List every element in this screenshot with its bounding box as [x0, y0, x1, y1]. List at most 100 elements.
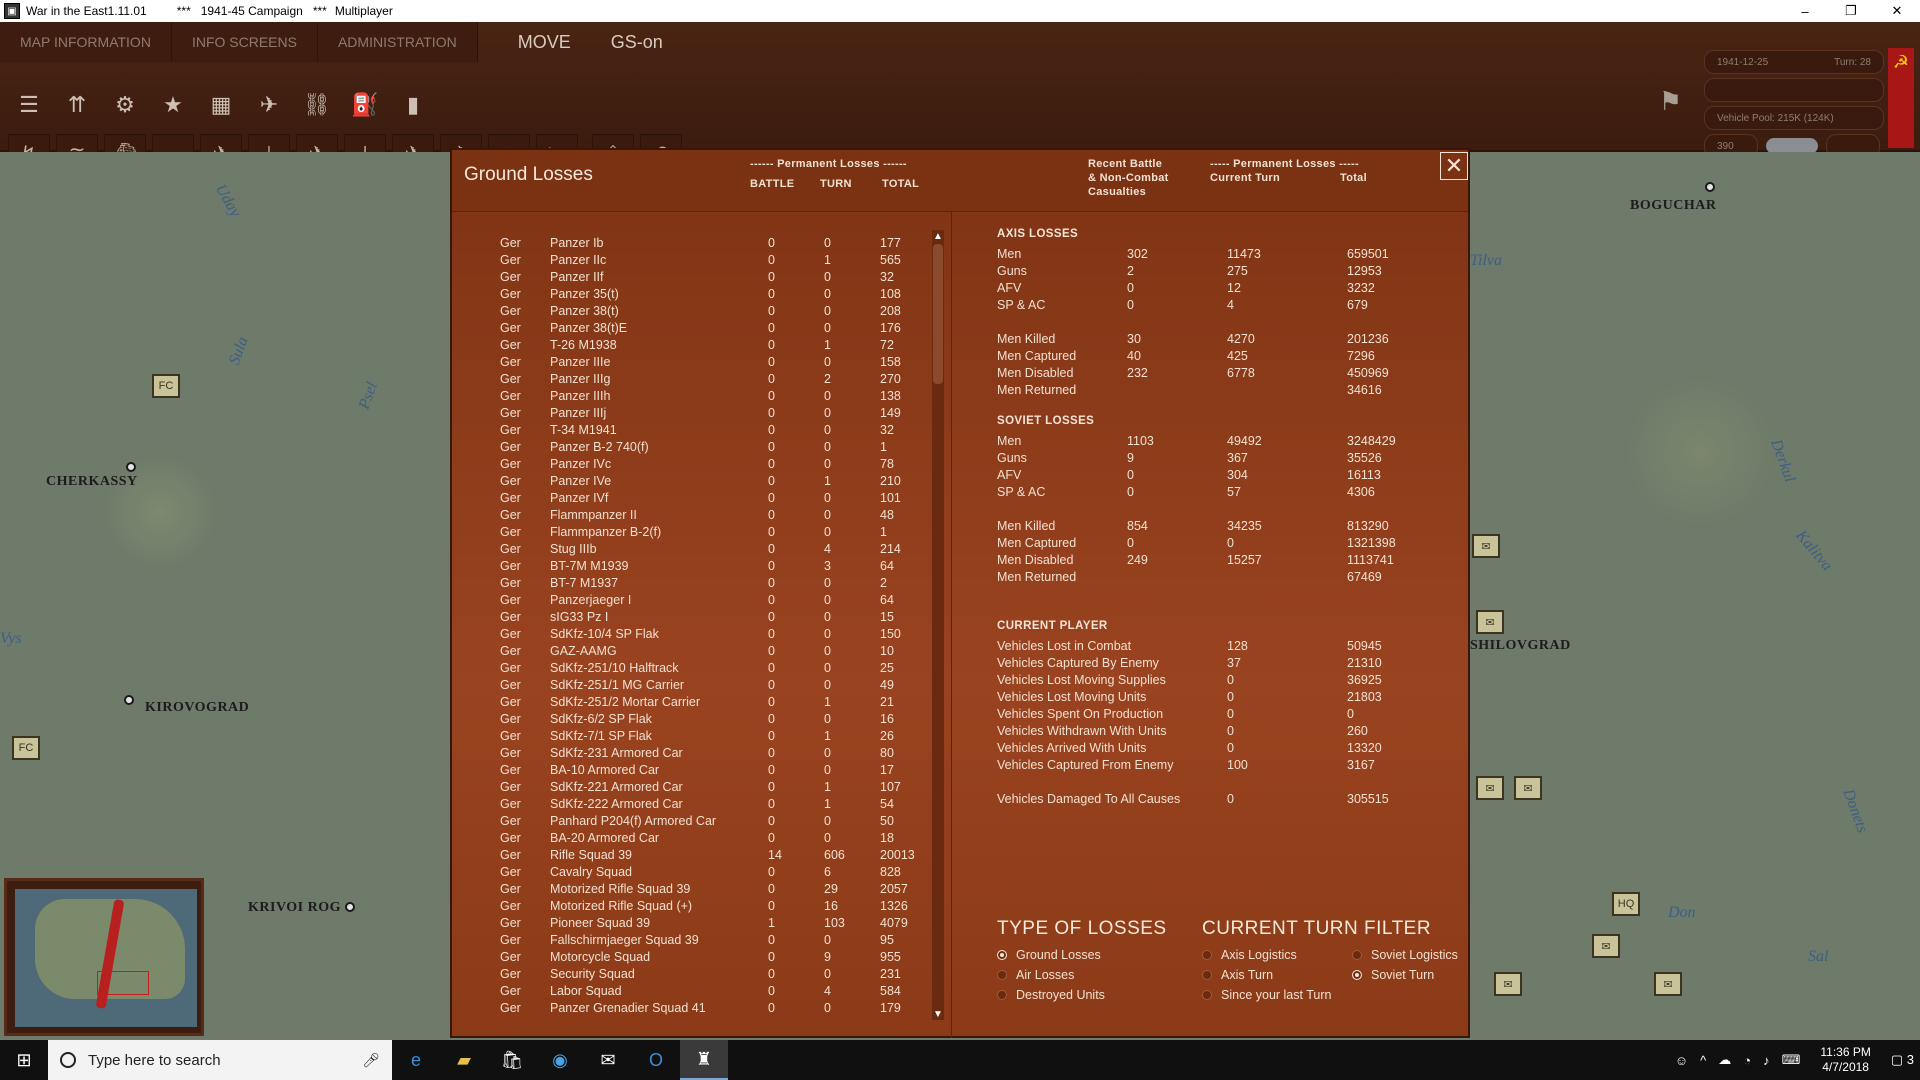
minimap[interactable] — [4, 878, 204, 1036]
radio-soviet-logistics[interactable]: Soviet Logistics — [1352, 948, 1458, 962]
minimize-button[interactable]: – — [1782, 0, 1828, 22]
radio-air-losses[interactable]: Air Losses — [997, 968, 1074, 982]
unit-counter[interactable]: HQ — [1612, 892, 1640, 916]
unit-counter[interactable]: ✉ — [1654, 972, 1682, 996]
unit-counter[interactable]: FC — [12, 736, 40, 760]
windows-start-icon[interactable]: ⊞ — [0, 1040, 48, 1080]
table-row[interactable]: Ger Panzer B-2 740(f) 0 0 1 — [452, 440, 942, 457]
table-row[interactable]: Ger Panzer 38(t)E 0 0 176 — [452, 321, 942, 338]
tab-map-information[interactable]: MAP INFORMATION — [0, 22, 172, 62]
file-explorer-icon[interactable]: ▰ — [440, 1040, 488, 1080]
table-row[interactable]: Ger Panzer IIIe 0 0 158 — [452, 355, 942, 372]
table-row[interactable]: Ger Panzer IIc 0 1 565 — [452, 253, 942, 270]
radio-ground-losses[interactable]: Ground Losses — [997, 948, 1101, 962]
table-row[interactable]: Ger Panzer IIf 0 0 32 — [452, 270, 942, 287]
table-row[interactable]: Ger Panzer 35(t) 0 0 108 — [452, 287, 942, 304]
unit-counter[interactable]: ✉ — [1472, 534, 1500, 558]
table-row[interactable]: Ger Motorized Rifle Squad 39 0 29 2057 — [452, 882, 942, 899]
table-row[interactable]: Ger Motorcycle Squad 0 9 955 — [452, 950, 942, 967]
supply-icon[interactable]: ▮ — [392, 86, 434, 124]
edge-icon[interactable]: e — [392, 1040, 440, 1080]
fuel-icon[interactable]: ⛽ — [344, 86, 386, 124]
table-row[interactable]: Ger SdKfz-7/1 SP Flak 0 1 26 — [452, 729, 942, 746]
table-row[interactable]: Ger BT-7 M1937 0 0 2 — [452, 576, 942, 593]
close-dialog-button[interactable]: ✕ — [1440, 152, 1468, 180]
table-row[interactable]: Ger BA-20 Armored Car 0 0 18 — [452, 831, 942, 848]
radio-since-your-last-turn[interactable]: Since your last Turn — [1202, 988, 1331, 1002]
mail-icon[interactable]: ✉ — [584, 1040, 632, 1080]
gs-mode-label[interactable]: GS-on — [611, 32, 703, 53]
unit-counter[interactable]: ✉ — [1476, 610, 1504, 634]
taskbar-search[interactable]: Type here to search 🎤︎ — [48, 1040, 392, 1080]
table-row[interactable]: Ger BA-10 Armored Car 0 0 17 — [452, 763, 942, 780]
table-row[interactable]: Ger Labor Squad 0 4 584 — [452, 984, 942, 1001]
table-row[interactable]: Ger SdKfz-251/2 Mortar Carrier 0 1 21 — [452, 695, 942, 712]
table-row[interactable]: Ger SdKfz-6/2 SP Flak 0 0 16 — [452, 712, 942, 729]
keyboard-icon[interactable]: ⌨ — [1782, 1052, 1801, 1068]
table-row[interactable]: Ger Panzerjaeger I 0 0 64 — [452, 593, 942, 610]
units-icon[interactable]: ⇈ — [56, 86, 98, 124]
scroll-up-icon[interactable]: ▲ — [932, 230, 944, 242]
rail-icon[interactable]: ⛓ — [296, 86, 338, 124]
table-row[interactable]: Ger Stug IIIb 0 4 214 — [452, 542, 942, 559]
table-row[interactable]: Ger SdKfz-10/4 SP Flak 0 0 150 — [452, 627, 942, 644]
unit-counter[interactable]: ✉ — [1476, 776, 1504, 800]
game-app-icon[interactable]: ♜ — [680, 1040, 728, 1080]
table-row[interactable]: Ger BT-7M M1939 0 3 64 — [452, 559, 942, 576]
radio-destroyed-units[interactable]: Destroyed Units — [997, 988, 1105, 1002]
tab-administration[interactable]: ADMINISTRATION — [317, 22, 478, 62]
radio-axis-turn[interactable]: Axis Turn — [1202, 968, 1273, 982]
scrollbar-thumb[interactable] — [933, 244, 943, 384]
scroll-down-icon[interactable]: ▼ — [932, 1008, 944, 1020]
table-row[interactable]: Ger Fallschirmjaeger Squad 39 0 0 95 — [452, 933, 942, 950]
unit-counter[interactable]: ✉ — [1592, 934, 1620, 958]
table-row[interactable]: Ger Panzer IVe 0 1 210 — [452, 474, 942, 491]
notifications-icon[interactable]: ▢ 3 — [1891, 1052, 1914, 1068]
hq-icon[interactable]: ▦ — [200, 86, 242, 124]
move-mode-label[interactable]: MOVE — [478, 32, 611, 53]
table-row[interactable]: Ger GAZ-AAMG 0 0 10 — [452, 644, 942, 661]
unit-counter[interactable]: FC — [152, 374, 180, 398]
restore-button[interactable]: ❐ — [1828, 0, 1874, 22]
table-row[interactable]: Ger SdKfz-222 Armored Car 0 1 54 — [452, 797, 942, 814]
gear-icon[interactable]: ⚙ — [104, 86, 146, 124]
tab-info-screens[interactable]: INFO SCREENS — [171, 22, 318, 62]
radio-axis-logistics[interactable]: Axis Logistics — [1202, 948, 1297, 962]
table-row[interactable]: Ger Pioneer Squad 39 1 103 4079 — [452, 916, 942, 933]
chevron-up-icon[interactable]: ^ — [1700, 1053, 1706, 1068]
table-row[interactable]: Ger Panzer IIIj 0 0 149 — [452, 406, 942, 423]
table-row[interactable]: Ger Panhard P204(f) Armored Car 0 0 50 — [452, 814, 942, 831]
table-row[interactable]: Ger SdKfz-251/10 Halftrack 0 0 25 — [452, 661, 942, 678]
table-row[interactable]: Ger Panzer Grenadier Squad 41 0 0 179 — [452, 1001, 942, 1018]
table-row[interactable]: Ger Cavalry Squad 0 6 828 — [452, 865, 942, 882]
table-row[interactable]: Ger Panzer 38(t) 0 0 208 — [452, 304, 942, 321]
table-row[interactable]: Ger Rifle Squad 39 14 606 20013 — [452, 848, 942, 865]
onedrive-icon[interactable]: ☁ — [1718, 1052, 1731, 1068]
clock[interactable]: 11:36 PM 4/7/2018 — [1820, 1045, 1870, 1075]
minimap-viewport[interactable] — [97, 971, 149, 995]
table-row[interactable]: Ger Panzer IVc 0 0 78 — [452, 457, 942, 474]
people-icon[interactable]: ☺ — [1675, 1053, 1688, 1068]
hamburger-icon[interactable]: ☰ — [8, 86, 50, 124]
table-row[interactable]: Ger Panzer IIIh 0 0 138 — [452, 389, 942, 406]
table-row[interactable]: Ger SdKfz-251/1 MG Carrier 0 0 49 — [452, 678, 942, 695]
table-row[interactable]: Ger Security Squad 0 0 231 — [452, 967, 942, 984]
store-icon[interactable]: 🛍︎ — [488, 1040, 536, 1080]
outlook-icon[interactable]: O — [632, 1040, 680, 1080]
table-row[interactable]: Ger Panzer Ib 0 0 177 — [452, 236, 942, 253]
microphone-icon[interactable]: 🎤︎ — [362, 1052, 380, 1069]
table-row[interactable]: Ger Panzer IIIg 0 2 270 — [452, 372, 942, 389]
table-row[interactable]: Ger T-34 M1941 0 0 32 — [452, 423, 942, 440]
table-row[interactable]: Ger Flammpanzer B-2(f) 0 0 1 — [452, 525, 942, 542]
browser-icon[interactable]: ◉ — [536, 1040, 584, 1080]
flag-icon[interactable]: ⚑ — [1659, 86, 1682, 117]
volume-icon[interactable]: ♪ — [1763, 1053, 1770, 1068]
table-row[interactable]: Ger T-26 M1938 0 1 72 — [452, 338, 942, 355]
unit-counter[interactable]: ✉ — [1514, 776, 1542, 800]
table-row[interactable]: Ger Flammpanzer II 0 0 48 — [452, 508, 942, 525]
table-row[interactable]: Ger Motorized Rifle Squad (+) 0 16 1326 — [452, 899, 942, 916]
network-icon[interactable]: ◔ — [1743, 1053, 1751, 1068]
close-window-button[interactable]: ✕ — [1874, 0, 1920, 22]
star-icon[interactable]: ★ — [152, 86, 194, 124]
air-icon[interactable]: ✈ — [248, 86, 290, 124]
